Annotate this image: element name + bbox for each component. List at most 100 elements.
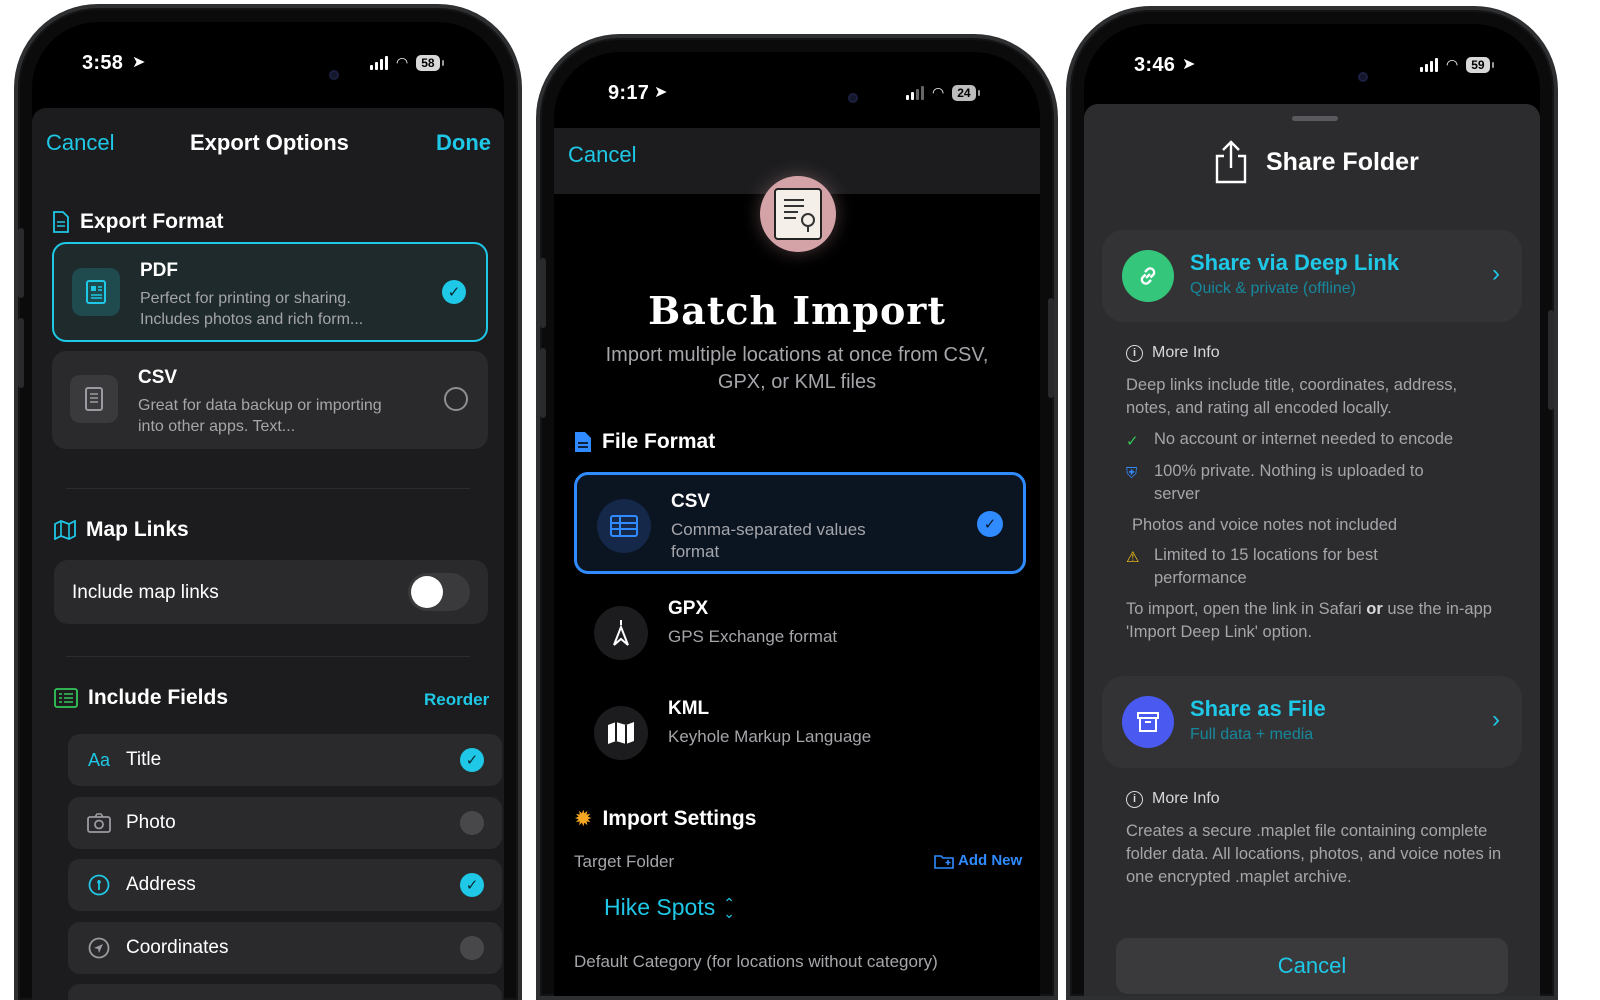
signal-icon [1420,57,1438,72]
link-icon [1122,250,1174,302]
chevron-up-down-icon: ⌃ ⌄ [723,894,735,921]
target-folder-picker[interactable]: Hike Spots ⌃ ⌄ [604,894,735,921]
selected-check-icon: ✓ [442,280,466,304]
compass-icon [594,606,648,660]
share-option-title: Share via Deep Link [1190,250,1400,275]
bullet-media: Photos and voice notes not included [1132,516,1398,534]
info-icon: i [1126,344,1143,362]
cancel-button[interactable]: Cancel [1116,938,1508,994]
map-icon [594,706,648,760]
field-row-coordinates[interactable]: Coordinates [68,922,502,974]
camera-icon [848,93,858,103]
file-format-heading: File Format [574,430,715,454]
field-row-title[interactable]: Aa Title ✓ [68,734,502,786]
status-bar: 9:17 ➤ ◠ 24 [554,52,1040,120]
format-option-pdf[interactable]: PDF Perfect for printing or sharing. Inc… [52,242,488,342]
field-row-partial[interactable] [68,984,502,1000]
map-icon [54,520,76,540]
field-label: Photo [126,812,176,833]
screen: 9:17 ➤ ◠ 24 Cancel Batch Import Import m… [554,52,1040,996]
selected-check-icon: ✓ [977,511,1003,537]
battery-icon: 59 [1466,56,1495,73]
share-option-title: Share as File [1190,696,1326,721]
signal-icon [906,85,924,100]
format-title: CSV [671,491,711,512]
location-arrow-icon: ➤ [1182,56,1196,73]
status-time: 9:17 [608,82,650,104]
location-arrow-icon: ➤ [132,54,146,71]
shield-icon: ⛨ [1126,465,1138,482]
section-divider [66,656,470,657]
sheet-grabber[interactable] [1292,116,1338,121]
side-button [1548,310,1554,410]
field-label: Coordinates [126,937,229,958]
status-icons: ◠ 24 [906,84,981,101]
format-desc: Great for data backup or importing into … [138,397,382,435]
dynamic-island [724,76,876,120]
side-button [540,258,546,328]
wifi-icon: ◠ [932,84,945,100]
wifi-icon: ◠ [396,54,409,70]
share-option-subtitle: Full data + media [1190,726,1314,743]
gear-icon: ✹ [574,806,593,831]
checked-icon: ✓ [460,748,484,772]
phone-export-options: 3:58 ➤ ◠ 58 Cancel Export Options Done E… [14,4,522,1000]
done-button[interactable]: Done [436,130,491,156]
check-badge-icon: ✓ [1126,433,1139,450]
share-as-file-button[interactable]: Share as File Full data + media › [1102,676,1522,768]
unchecked-icon [460,936,484,960]
field-row-address[interactable]: Address ✓ [68,859,502,911]
cancel-button[interactable]: Cancel [46,130,114,156]
chevron-right-icon: › [1492,260,1500,287]
battery-icon: 24 [952,84,981,101]
unchecked-icon [460,811,484,835]
file-description: Creates a secure .maplet file containing… [1126,822,1502,886]
battery-icon: 58 [416,54,445,71]
format-title: GPX [668,598,709,619]
page-title: Batch Import [648,288,946,333]
deep-link-description: Deep links include title, coordinates, a… [1126,376,1458,417]
status-icons: ◠ 58 [370,54,445,71]
status-bar: 3:58 ➤ ◠ 58 [32,22,504,82]
screen: 3:58 ➤ ◠ 58 Cancel Export Options Done E… [32,22,504,1000]
wifi-icon: ◠ [1446,56,1459,72]
share-option-subtitle: Quick & private (offline) [1190,280,1356,297]
camera-icon [329,70,339,80]
side-button [1048,298,1054,398]
export-sheet: Cancel Export Options Done Export Format… [32,108,504,1000]
field-row-photo[interactable]: Photo [68,797,502,849]
checked-icon: ✓ [460,873,484,897]
import-settings-heading: ✹ Import Settings [574,806,757,831]
format-desc: Keyhole Markup Language [668,727,872,746]
batch-import-logo [760,176,836,252]
page-title: Export Options [190,130,349,155]
more-info-heading: i More Info [1126,790,1220,808]
status-icons: ◠ 59 [1420,56,1495,73]
format-option-csv[interactable]: CSV Comma-separated values format ✓ [574,472,1026,574]
map-links-label: Include map links [72,582,219,603]
share-sheet: Share Folder Share via Deep Link Quick &… [1084,104,1540,996]
default-category-label: Default Category (for locations without … [574,952,938,971]
cancel-button[interactable]: Cancel [568,142,636,168]
location-arrow-icon: ➤ [654,84,668,101]
section-divider [66,488,470,489]
reorder-button[interactable]: Reorder [424,690,489,710]
status-time: 3:58 [82,52,124,74]
format-option-kml[interactable]: KML Keyhole Markup Language [574,682,1026,784]
target-folder-label: Target Folder [574,852,675,871]
text-format-icon: Aa [87,749,111,770]
archive-box-icon [1122,696,1174,748]
format-option-csv[interactable]: CSV Great for data backup or importing i… [52,351,488,449]
import-note: To import, open the link in Safari or us… [1126,600,1492,641]
include-map-links-toggle[interactable] [408,573,470,611]
format-desc: Perfect for printing or sharing. Include… [140,290,364,328]
document-icon [53,211,69,233]
format-option-gpx[interactable]: GPX GPS Exchange format [574,582,1026,684]
share-via-deep-link-button[interactable]: Share via Deep Link Quick & private (off… [1102,230,1522,322]
bullet-private: ⛨ 100% private. Nothing is uploaded to s… [1126,460,1456,506]
add-new-folder-button[interactable]: Add New [934,852,1022,869]
chevron-right-icon: › [1492,706,1500,733]
status-time: 3:46 [1134,54,1176,76]
bullet-no-account: ✓ No account or internet needed to encod… [1126,428,1506,453]
format-desc: Comma-separated values format [671,520,866,561]
